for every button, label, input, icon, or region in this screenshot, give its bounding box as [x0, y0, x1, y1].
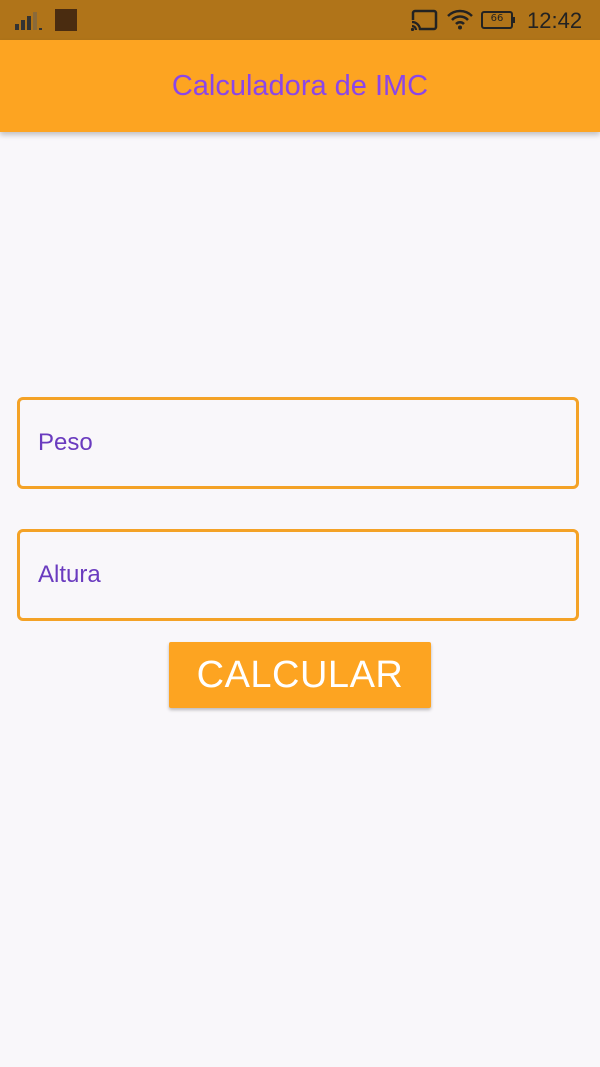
status-clock: 12:42: [527, 8, 583, 33]
signal-icon: [15, 12, 42, 30]
battery-level: 66: [490, 13, 504, 24]
app-bar: Calculadora de IMC: [0, 40, 600, 132]
peso-field[interactable]: [17, 397, 579, 489]
altura-field[interactable]: [17, 529, 579, 621]
app-title: Calculadora de IMC: [171, 70, 429, 102]
status-bar: 66 12:42: [0, 0, 600, 40]
calculate-button[interactable]: CALCULAR: [169, 642, 431, 708]
cast-icon: [410, 9, 438, 31]
wifi-icon: [447, 9, 473, 30]
app-notification-icon: [55, 9, 77, 31]
peso-input[interactable]: [20, 400, 576, 486]
altura-input[interactable]: [20, 532, 576, 618]
